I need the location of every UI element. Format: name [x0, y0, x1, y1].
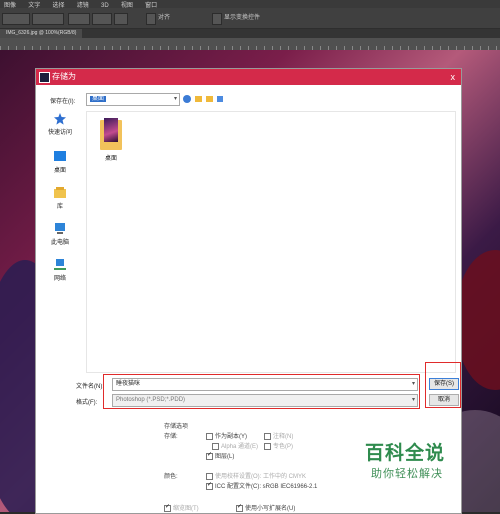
folder-name: 桌面 [104, 156, 117, 162]
place-library[interactable]: 库 [40, 187, 80, 210]
place-network[interactable]: 网络 [40, 259, 80, 282]
up-folder-icon [195, 96, 202, 102]
folder-item[interactable]: 桌面 [93, 118, 129, 162]
desktop-icon [54, 151, 66, 161]
proof-checkbox[interactable]: 使用校样设置(O): 工作中的 CMYK [206, 471, 306, 480]
toggle-button[interactable] [114, 13, 128, 25]
alpha-checkbox[interactable]: Alpha 通道(E) [212, 441, 258, 450]
layers-checkbox[interactable]: 图层(L) [206, 451, 234, 460]
place-quick-access[interactable]: 快速访问 [40, 113, 80, 136]
lowercase-ext-checkbox[interactable]: 使用小写扩展名(U) [236, 503, 295, 512]
icc-checkbox[interactable]: ICC 配置文件(C): sRGB IEC61966-2.1 [206, 481, 317, 490]
menu-bar: 图像 文字 选择 滤镜 3D 视图 窗口 [0, 0, 500, 9]
tool-preset-picker[interactable] [2, 13, 30, 25]
star-icon [54, 113, 66, 125]
library-icon [54, 187, 66, 198]
dialog-titlebar: 存储为 x [36, 69, 461, 85]
notes-checkbox[interactable]: 注释(N) [264, 431, 293, 440]
save-in-select[interactable]: 桌面 ▾ [86, 93, 180, 106]
color-label: 颜色: [164, 474, 178, 480]
save-in-value: 桌面 [90, 96, 107, 102]
store-label: 存储: [164, 434, 178, 440]
highlight-filename-format [103, 374, 420, 409]
highlight-save-button [425, 362, 461, 408]
transform-checkbox[interactable] [212, 13, 222, 25]
align-label: 对齐 [158, 15, 171, 21]
watermark-title: 百科全说 [365, 443, 446, 464]
transform-label: 显示变换控件 [224, 15, 261, 21]
view-menu-icon [217, 96, 223, 102]
horizontal-ruler [0, 38, 500, 50]
new-folder-icon [206, 96, 213, 102]
chevron-down-icon: ▾ [173, 96, 177, 102]
blend-select[interactable] [32, 13, 64, 25]
save-in-label: 保存在(I): [50, 99, 76, 105]
folder-icon [100, 118, 122, 150]
as-copy-checkbox[interactable]: 作为副本(Y) [206, 431, 247, 440]
dialog-title: 存储为 [52, 72, 76, 81]
nav-toolbar [183, 95, 223, 103]
computer-icon [55, 223, 65, 234]
filename-label: 文件名(N): [76, 384, 104, 390]
place-this-pc[interactable]: 此电脑 [40, 223, 80, 246]
size-field[interactable] [68, 13, 90, 25]
options-section-label: 存储选项 [164, 424, 189, 430]
spot-checkbox[interactable]: 专色(P) [264, 441, 293, 450]
align-checkbox[interactable] [146, 13, 156, 25]
options-bar: 对齐 显示变换控件 [0, 8, 500, 29]
thumbnail-checkbox[interactable]: 缩览图(T) [164, 503, 199, 512]
network-icon [54, 259, 66, 270]
mode-field[interactable] [92, 13, 112, 25]
place-desktop[interactable]: 桌面 [40, 151, 80, 174]
format-label: 格式(F): [76, 400, 98, 406]
photoshop-icon [39, 72, 50, 83]
file-list[interactable]: 桌面 [86, 111, 456, 373]
watermark-subtitle: 助你轻松解决 [371, 468, 443, 480]
back-icon [183, 95, 191, 103]
document-tabs: IMG_6326.jpg @ 100%(RGB/8) [0, 29, 500, 38]
watermark-logo: 百科全说 助你轻松解决 [349, 432, 461, 488]
close-icon[interactable]: x [451, 69, 456, 85]
document-tab[interactable]: IMG_6326.jpg @ 100%(RGB/8) [0, 29, 83, 38]
